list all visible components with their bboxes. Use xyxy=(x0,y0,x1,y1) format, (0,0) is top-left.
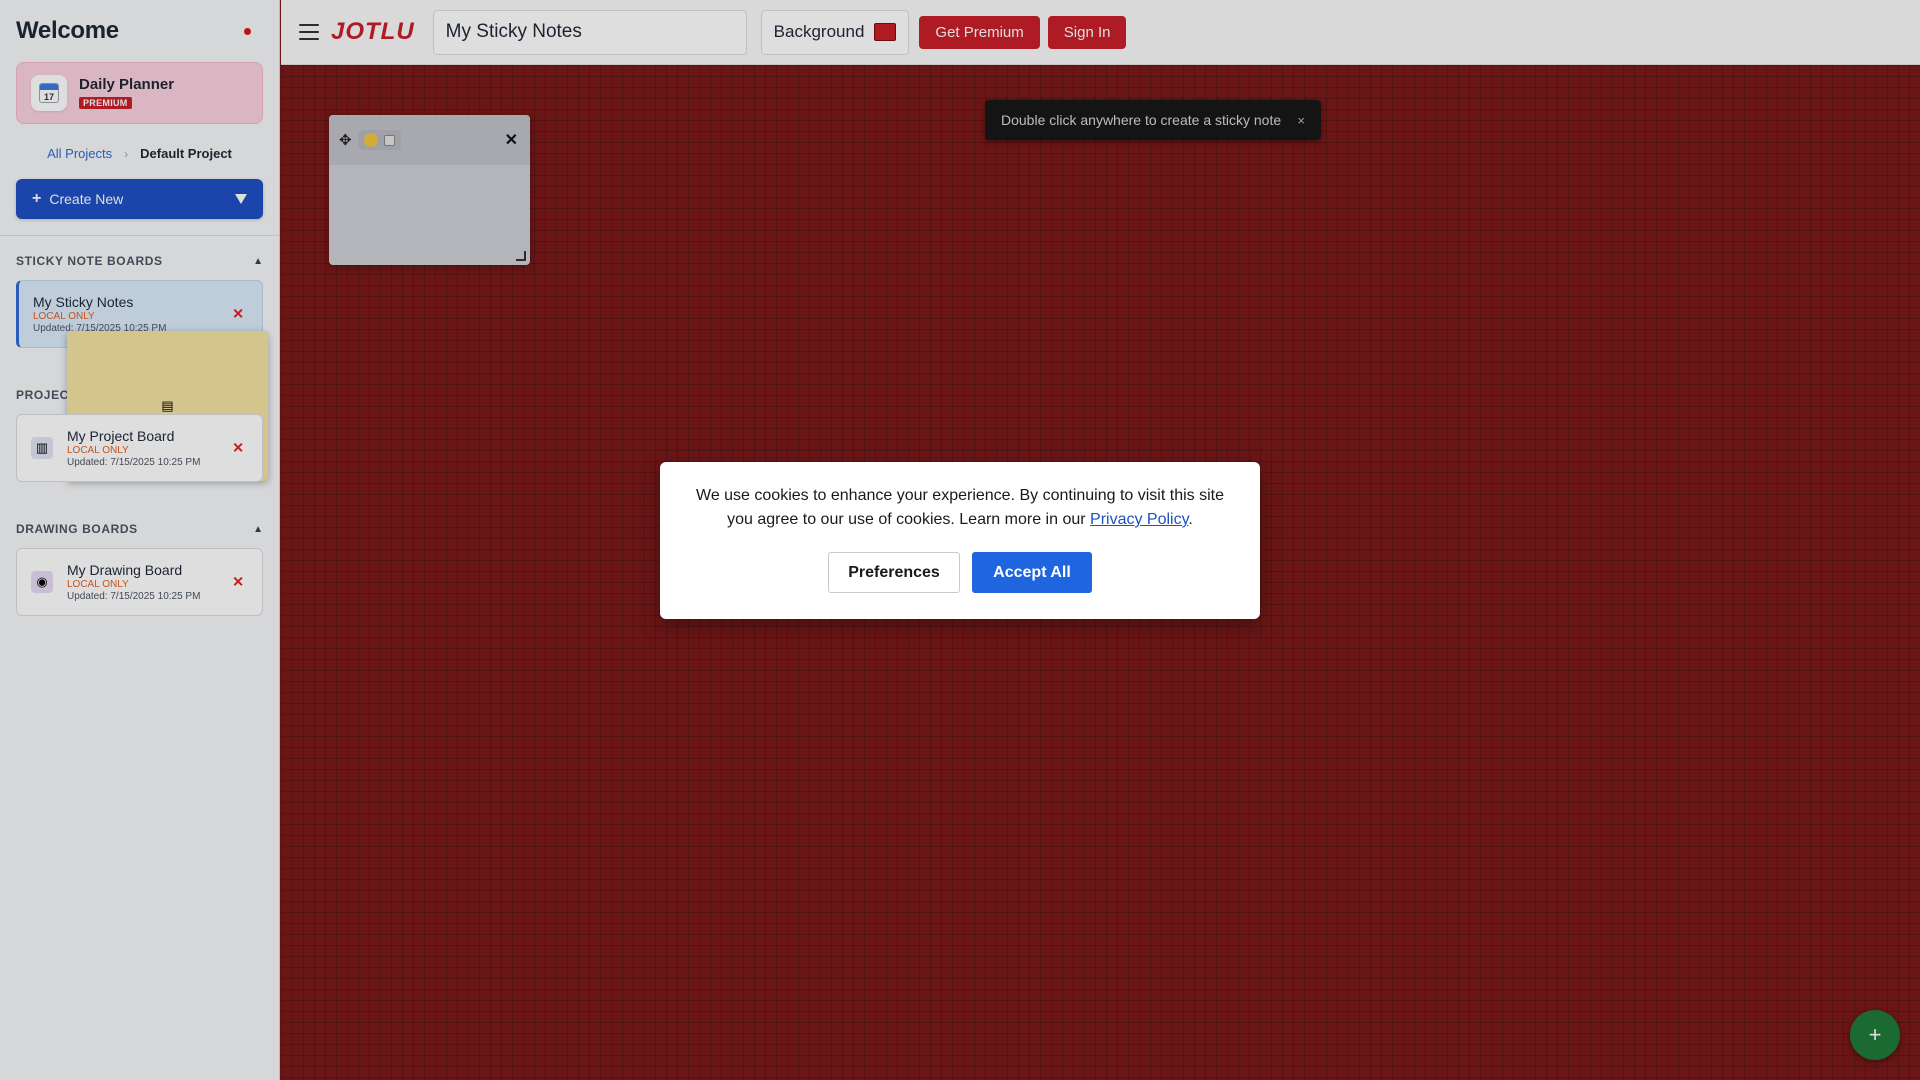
modal-overlay: We use cookies to enhance your experienc… xyxy=(0,0,1920,1080)
cookie-period: . xyxy=(1188,511,1193,528)
preferences-button[interactable]: Preferences xyxy=(828,552,960,593)
cookie-buttons: Preferences Accept All xyxy=(690,552,1230,593)
accept-all-button[interactable]: Accept All xyxy=(972,552,1092,593)
privacy-policy-link[interactable]: Privacy Policy xyxy=(1090,511,1188,528)
cookie-text: We use cookies to enhance your experienc… xyxy=(690,484,1230,532)
cookie-dialog: We use cookies to enhance your experienc… xyxy=(660,462,1260,619)
